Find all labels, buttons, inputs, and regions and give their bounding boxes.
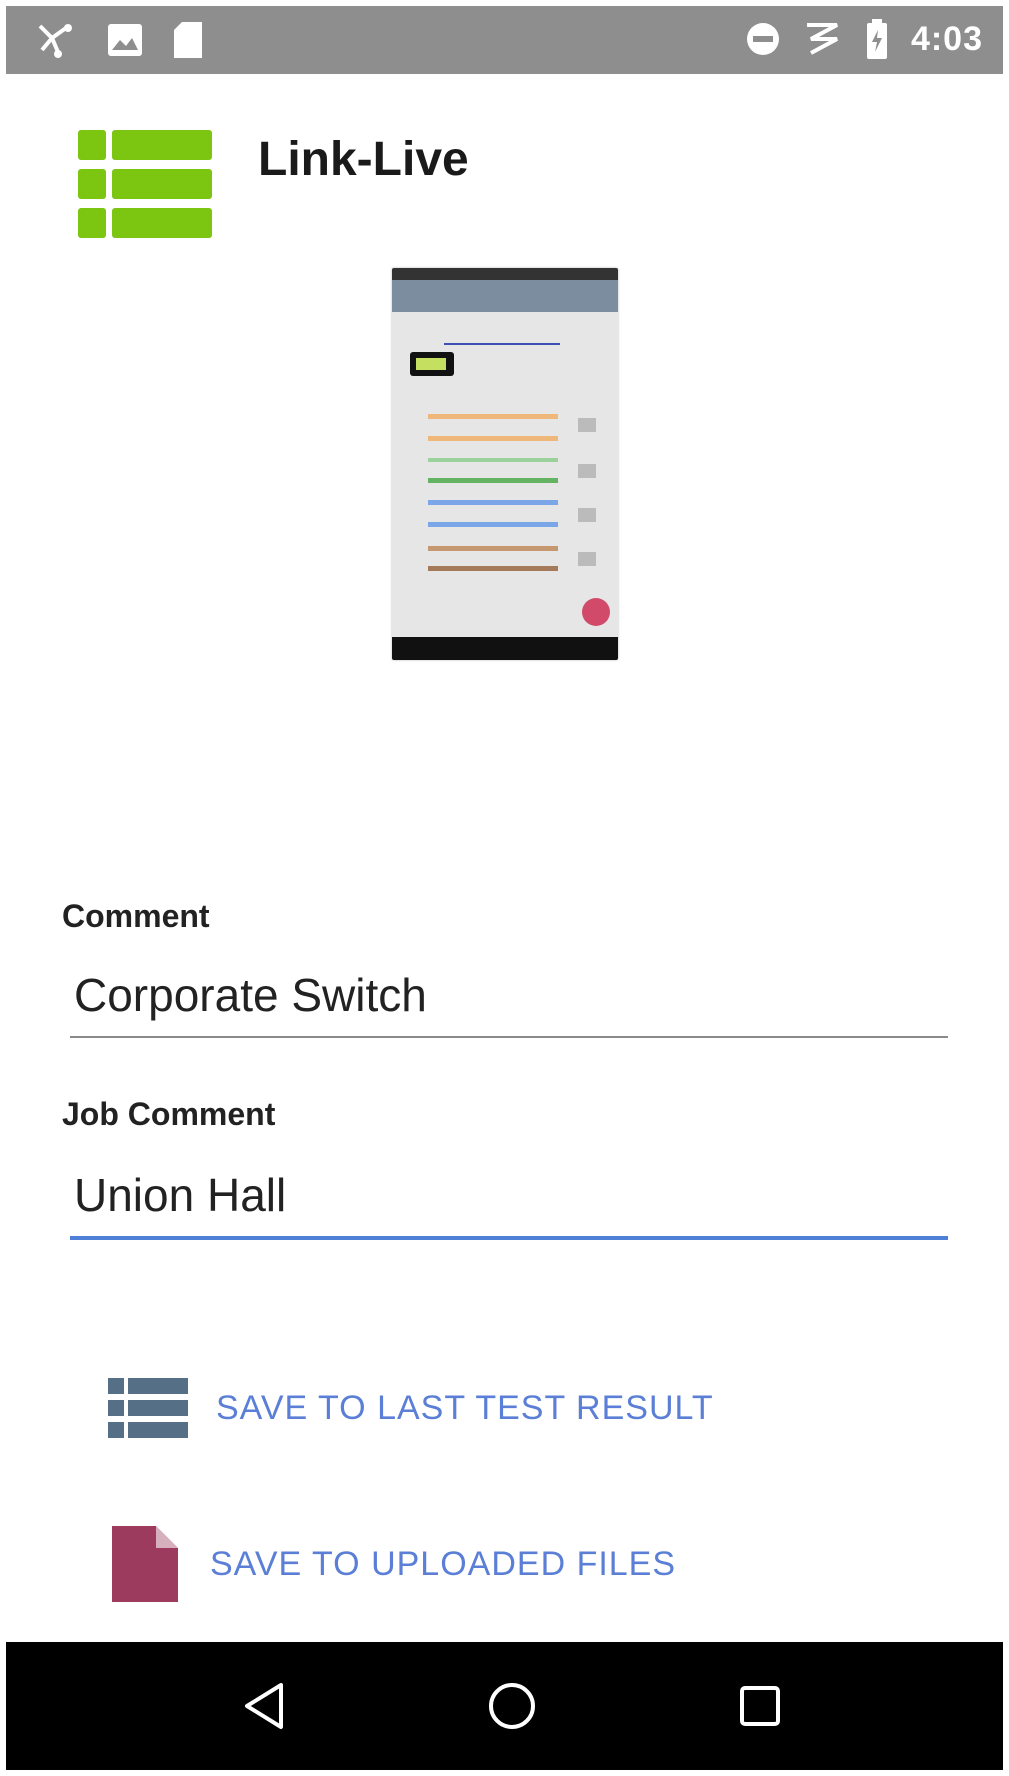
comment-input[interactable] (70, 968, 948, 1038)
job-comment-label: Job Comment (62, 1096, 276, 1132)
save-to-last-test-result-label: SAVE TO LAST TEST RESULT (216, 1388, 714, 1427)
battery-charging-icon (866, 19, 887, 59)
save-to-last-test-result-button[interactable]: SAVE TO LAST TEST RESULT (108, 1376, 714, 1440)
navigation-bar (6, 1642, 1003, 1770)
no-signal-icon (806, 23, 838, 55)
nav-back-button[interactable] (232, 1674, 296, 1738)
list-icon (108, 1378, 188, 1438)
save-to-uploaded-files-button[interactable]: SAVE TO UPLOADED FILES (108, 1522, 676, 1606)
home-icon (489, 1683, 535, 1729)
recents-icon (740, 1686, 780, 1726)
save-to-uploaded-files-label: SAVE TO UPLOADED FILES (210, 1544, 677, 1583)
nav-home-button[interactable] (480, 1674, 544, 1738)
sd-card-icon (174, 22, 202, 58)
file-icon (112, 1526, 178, 1602)
link-live-logo-icon (78, 130, 212, 238)
usb-debug-icon (38, 24, 72, 58)
app-screen: 4:03 Link-Live Comment Corporate Switch … (0, 0, 1009, 1776)
status-right-icons: 4:03 (745, 18, 983, 60)
app-title: Link-Live (258, 133, 469, 186)
nav-recents-button[interactable] (728, 1674, 792, 1738)
image-icon (108, 24, 142, 56)
do-not-disturb-icon (746, 23, 779, 55)
comment-label: Comment (62, 898, 210, 934)
status-time: 4:03 (910, 19, 983, 58)
thumbnail-image (392, 268, 618, 660)
status-bar: 4:03 (6, 6, 1003, 74)
job-comment-input[interactable] (70, 1168, 948, 1240)
status-left-icons (36, 20, 204, 60)
screenshot-thumbnail[interactable] (392, 268, 618, 660)
back-icon (245, 1683, 283, 1729)
